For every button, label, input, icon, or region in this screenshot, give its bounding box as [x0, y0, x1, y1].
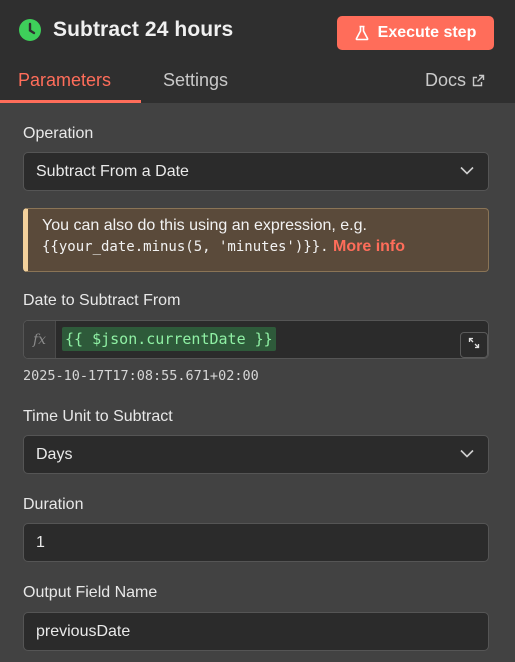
fx-icon: fx: [24, 321, 56, 358]
tab-parameters[interactable]: Parameters: [18, 70, 111, 91]
node-header: Subtract 24 hours Execute step Parameter…: [0, 0, 515, 103]
time-unit-value: Days: [36, 445, 73, 463]
tab-settings[interactable]: Settings: [163, 70, 228, 91]
expression-notice: You can also do this using an expression…: [23, 208, 489, 272]
time-unit-select[interactable]: Days: [23, 435, 489, 474]
operation-value: Subtract From a Date: [36, 162, 189, 180]
date-field-label: Date to Subtract From: [23, 292, 181, 309]
date-expression-input[interactable]: fx {{ $json.currentDate }}: [23, 320, 489, 359]
title-row: Subtract 24 hours: [18, 18, 233, 42]
time-unit-label: Time Unit to Subtract: [23, 408, 173, 425]
chevron-down-icon: [460, 449, 474, 458]
expression-value: {{ $json.currentDate }}: [62, 327, 276, 351]
operation-label: Operation: [23, 125, 94, 142]
output-field-value: previousDate: [36, 622, 131, 640]
docs-link[interactable]: Docs: [425, 70, 485, 91]
expand-icon: [468, 336, 480, 354]
active-tab-indicator: [0, 100, 141, 103]
chevron-down-icon: [460, 166, 474, 175]
output-field-input[interactable]: previousDate: [23, 612, 489, 651]
notice-code: {{your_date.minus(5, 'minutes')}}.: [42, 239, 329, 255]
docs-label: Docs: [425, 70, 467, 90]
execute-step-label: Execute step: [377, 24, 477, 41]
output-field-label: Output Field Name: [23, 584, 158, 601]
duration-value: 1: [36, 533, 45, 551]
external-link-icon: [472, 74, 485, 87]
flask-icon: [355, 25, 369, 41]
clock-icon: [18, 18, 42, 42]
operation-select[interactable]: Subtract From a Date: [23, 152, 489, 191]
notice-text: You can also do this using an expression…: [42, 217, 367, 234]
duration-label: Duration: [23, 496, 84, 513]
more-info-link[interactable]: More info: [333, 238, 405, 255]
expand-editor-button[interactable]: [460, 332, 488, 358]
expression-result: 2025-10-17T17:08:55.671+02:00: [23, 368, 259, 384]
execute-step-button[interactable]: Execute step: [337, 16, 494, 50]
node-title[interactable]: Subtract 24 hours: [53, 18, 233, 42]
duration-input[interactable]: 1: [23, 523, 489, 562]
